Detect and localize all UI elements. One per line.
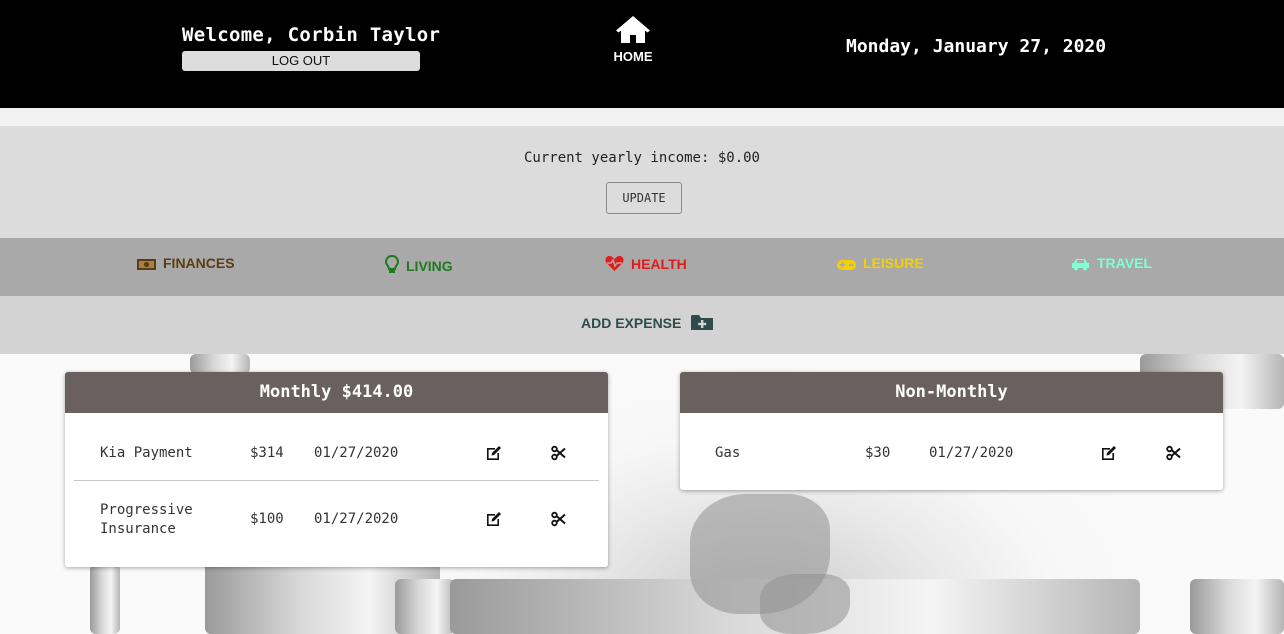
edit-icon[interactable] <box>486 445 502 461</box>
expense-name: Gas <box>715 445 741 461</box>
home-link[interactable]: HOME <box>598 16 668 64</box>
welcome-text: Welcome, Corbin Taylor <box>182 24 441 46</box>
non-monthly-card-title: Non-Monthly <box>680 372 1223 413</box>
yearly-income-text: Current yearly income: $0.00 <box>523 150 760 166</box>
top-bar: Welcome, Corbin Taylor LOG OUT HOME Mond… <box>0 0 1284 108</box>
expense-name: Kia Payment <box>100 445 193 461</box>
expense-amount: $30 <box>865 445 891 461</box>
scissors-icon[interactable] <box>1166 445 1182 461</box>
update-income-button[interactable]: UPDATE <box>606 182 682 214</box>
expense-amount: $100 <box>250 511 284 527</box>
edit-icon[interactable] <box>486 511 502 527</box>
car-icon <box>1072 259 1089 271</box>
monthly-expenses-card: Monthly $414.00 Kia Payment $314 01/27/2… <box>65 372 608 567</box>
scissors-icon[interactable] <box>551 445 567 461</box>
expense-amount: $314 <box>250 445 284 461</box>
category-travel[interactable]: TRAVEL <box>1071 255 1152 271</box>
category-label: TRAVEL <box>1097 255 1152 271</box>
logout-button[interactable]: LOG OUT <box>182 51 420 71</box>
scissors-icon[interactable] <box>551 511 567 527</box>
category-living[interactable]: LIVING <box>385 255 453 274</box>
money-icon <box>137 259 156 270</box>
heartbeat-icon <box>605 256 624 271</box>
current-date: Monday, January 27, 2020 <box>846 36 1107 57</box>
category-finances[interactable]: FINANCES <box>137 255 235 271</box>
table-row: Kia Payment $314 01/27/2020 <box>65 413 608 481</box>
category-label: LEISURE <box>863 255 924 271</box>
monthly-card-title: Monthly $414.00 <box>65 372 608 413</box>
add-expense-label: ADD EXPENSE <box>581 314 682 331</box>
category-label: FINANCES <box>163 255 235 271</box>
expense-date: 01/27/2020 <box>929 445 1014 461</box>
expense-date: 01/27/2020 <box>314 511 399 527</box>
gamepad-icon <box>837 260 856 270</box>
category-health[interactable]: HEALTH <box>605 255 687 272</box>
lightbulb-icon <box>385 255 399 273</box>
category-label: HEALTH <box>631 256 687 272</box>
expense-name: Progressive Insurance <box>100 502 193 537</box>
folder-plus-icon <box>691 315 714 330</box>
add-expense-button[interactable]: ADD EXPENSE <box>581 314 714 331</box>
home-icon <box>616 16 650 43</box>
category-leisure[interactable]: LEISURE <box>837 255 924 271</box>
home-label: HOME <box>613 49 653 64</box>
add-expense-bar: ADD EXPENSE <box>0 296 1284 354</box>
expense-date: 01/27/2020 <box>314 445 399 461</box>
income-panel: Current yearly income: $0.00 UPDATE <box>0 126 1284 238</box>
table-row: Gas $30 01/27/2020 <box>680 413 1223 490</box>
category-nav: FINANCES LIVING HEALTH LEISURE TRAVEL <box>0 238 1284 296</box>
edit-icon[interactable] <box>1101 445 1117 461</box>
table-row: Progressive Insurance $100 01/27/2020 <box>65 481 608 567</box>
non-monthly-expenses-card: Non-Monthly Gas $30 01/27/2020 <box>680 372 1223 490</box>
category-label: LIVING <box>406 258 453 274</box>
